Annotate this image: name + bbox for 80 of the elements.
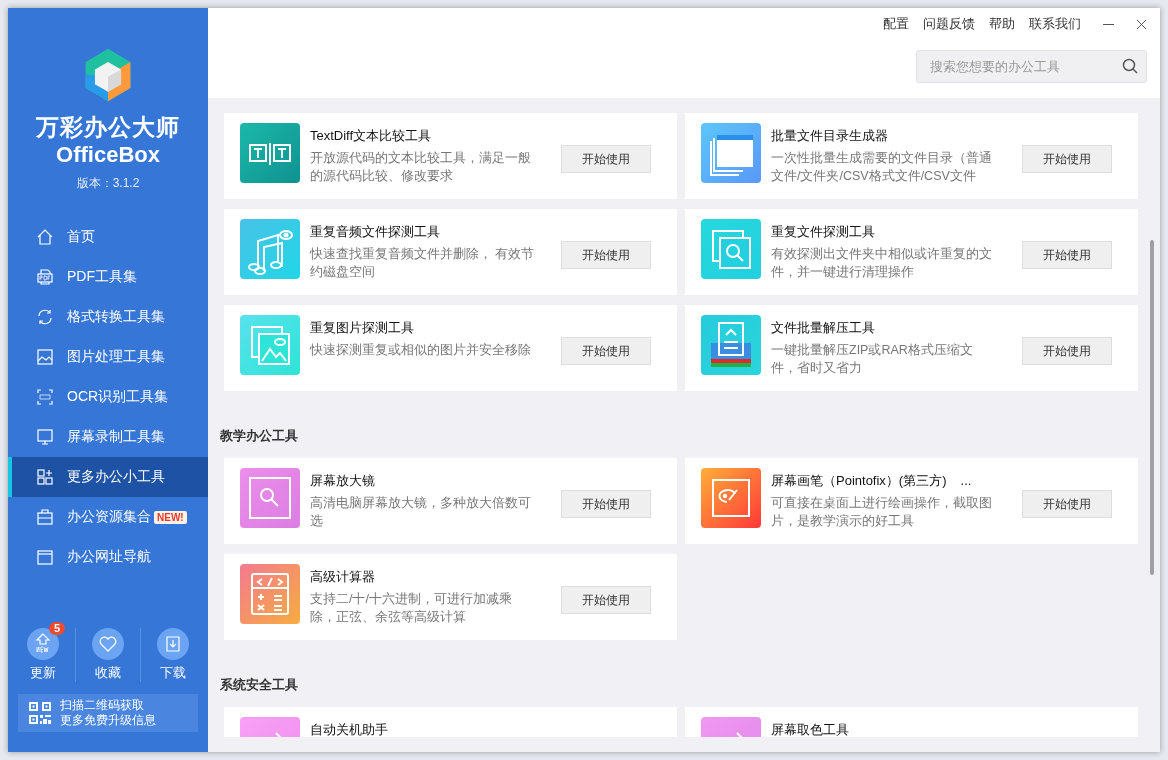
- ocr-icon: [36, 388, 54, 406]
- apps-icon: [36, 468, 54, 486]
- palette-icon: [701, 468, 761, 528]
- qr-banner[interactable]: 扫描二维码获取 更多免费升级信息: [18, 694, 198, 732]
- sidebar-item[interactable]: 更多办公小工具: [8, 457, 208, 497]
- scrollbar-thumb[interactable]: [1150, 240, 1154, 575]
- tool-title: TextDiff文本比较工具: [310, 127, 432, 145]
- action-button[interactable]: 5 更新: [15, 622, 71, 682]
- briefcase-icon: [36, 508, 54, 526]
- start-button[interactable]: 开始使用: [1022, 490, 1112, 518]
- tool-description: 支持二/十/十六进制，可进行加减乘除，正弦、余弦等高级计算: [310, 591, 513, 626]
- sidebar-item[interactable]: 屏幕录制工具集: [8, 417, 208, 457]
- convert-icon: [36, 308, 54, 326]
- header-link[interactable]: 联系我们: [1029, 15, 1081, 33]
- action-button[interactable]: 下载: [145, 622, 201, 682]
- tool-title: 重复音频文件探测工具: [310, 223, 440, 241]
- folder-stack-icon: [701, 123, 761, 183]
- tool-title: 重复文件探测工具: [771, 223, 875, 241]
- tool-description: 可直接在桌面上进行绘画操作，截取图片，是教学演示的好工具: [771, 495, 993, 530]
- count-badge: 5: [49, 622, 66, 635]
- qr-caption: 更多免费升级信息: [60, 713, 156, 728]
- tool-description: 有效探测出文件夹中相似或许重复的文件，并一键进行清理操作: [771, 246, 993, 281]
- archive-icon: [701, 315, 761, 375]
- version-label: 版本：3.1.2: [76, 175, 140, 191]
- tool-description: 一键批量解压ZIP或RAR格式压缩文件，省时又省力: [771, 342, 974, 377]
- image-icon: [36, 348, 54, 366]
- sidebar-item[interactable]: 办公网址导航: [8, 537, 208, 577]
- music-note-icon: [240, 219, 300, 279]
- action-button[interactable]: 收藏: [80, 622, 136, 682]
- tool-description: 快速查找重复音频文件并删除， 有效节约磁盘空间: [310, 246, 536, 281]
- tool-description: 快速探测重复或相似的图片并安全移除: [310, 342, 532, 359]
- tool-description: 一次性批量生成需要的文件目录（普通文件/文件夹/CSV格式文件/CSV文件: [771, 150, 993, 185]
- app-name: 万彩办公大师: [36, 113, 180, 141]
- tool-title: 批量文件目录生成器: [771, 127, 888, 145]
- qr-caption: 扫描二维码获取: [60, 698, 145, 713]
- browser-icon: [36, 548, 54, 566]
- start-button[interactable]: 开始使用: [1022, 241, 1112, 269]
- tool-title: 屏幕放大镜: [310, 472, 375, 490]
- header-link[interactable]: 帮助: [989, 15, 1015, 33]
- sidebar-item[interactable]: 首页: [8, 217, 208, 257]
- qr-code-icon: [28, 701, 52, 725]
- start-button[interactable]: 开始使用: [561, 145, 651, 173]
- sidebar-item[interactable]: 图片处理工具集: [8, 337, 208, 377]
- search-field[interactable]: 搜索您想要的办公工具: [916, 50, 1147, 83]
- sidebar-item[interactable]: PDF工具集: [8, 257, 208, 297]
- start-button[interactable]: 开始使用: [1022, 337, 1112, 365]
- section-heading: 教学办公工具: [220, 427, 299, 445]
- ellipsis: ...: [960, 473, 972, 488]
- start-button[interactable]: 开始使用: [1022, 145, 1112, 173]
- section-heading: 系统安全工具: [220, 676, 299, 694]
- tool-description: 高清电脑屏幕放大镜，多种放大倍数可选: [310, 495, 532, 530]
- tool-title: 自动关机助手: [310, 721, 388, 737]
- sidebar-item[interactable]: 格式转换工具集: [8, 297, 208, 337]
- tool-title: 屏幕取色工具: [771, 721, 849, 737]
- sidebar-item[interactable]: OCR识别工具集: [8, 377, 208, 417]
- start-button[interactable]: 开始使用: [561, 337, 651, 365]
- start-button[interactable]: 开始使用: [561, 490, 651, 518]
- calculator-icon: [240, 564, 300, 624]
- start-button[interactable]: 开始使用: [561, 586, 651, 614]
- tool-description: 开放源代码的文本比较工具，满足一般的源代码比较、修改要求: [310, 150, 532, 185]
- search-icon[interactable]: [1122, 58, 1138, 74]
- new-badge: NEW!: [154, 510, 187, 524]
- home-icon: [36, 228, 54, 246]
- text-compare-icon: [240, 123, 300, 183]
- magnifier-icon: [240, 468, 300, 528]
- app-name: OfficeBox: [56, 141, 160, 169]
- monitor-icon: [36, 428, 54, 446]
- tool-title: 文件批量解压工具: [771, 319, 875, 337]
- file-search-icon: [701, 219, 761, 279]
- pdf-icon: [36, 268, 54, 286]
- download-icon: [157, 628, 189, 660]
- tool-title: 屏幕画笔（Pointofix）(第三方): [771, 472, 947, 490]
- image-icon: [240, 315, 300, 375]
- sidebar-item[interactable]: 办公资源集合 NEW!: [8, 497, 208, 537]
- close-icon[interactable]: [1136, 18, 1147, 30]
- header-link[interactable]: 问题反馈: [923, 15, 975, 33]
- header-link[interactable]: 配置: [883, 15, 909, 33]
- tool-title: 重复图片探测工具: [310, 319, 414, 337]
- tool-title: 高级计算器: [310, 568, 375, 586]
- start-button[interactable]: 开始使用: [561, 241, 651, 269]
